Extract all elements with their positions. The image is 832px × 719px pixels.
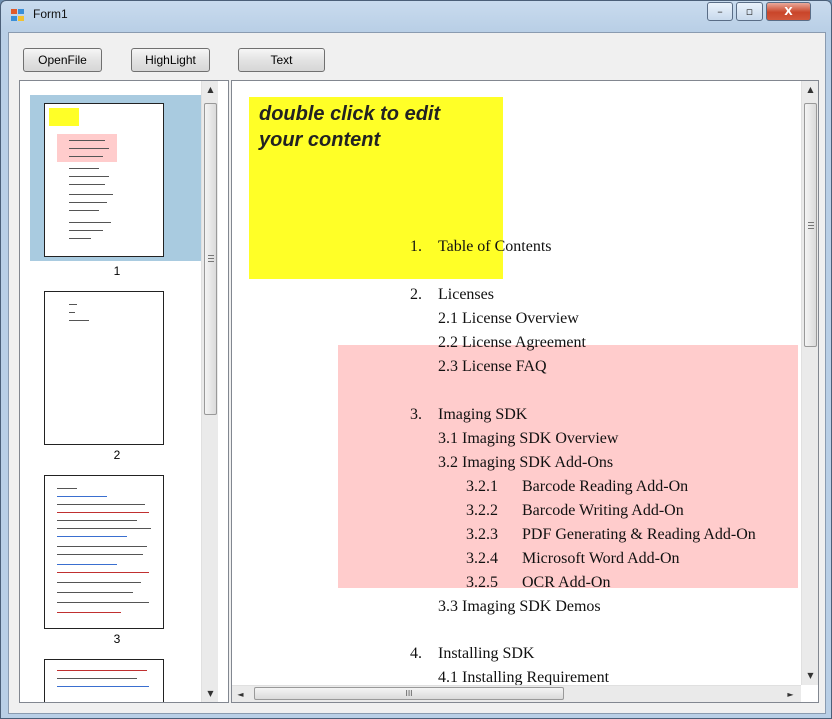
text-button[interactable]: Text (238, 48, 325, 72)
toc-number: 3. (410, 406, 422, 423)
toc-number: 4. (410, 645, 422, 662)
toc-number: 3.2.5 (466, 574, 498, 591)
toc-entry: 3.2 Imaging SDK Add-Ons (438, 454, 613, 472)
toc-text: Imaging SDK (438, 406, 528, 423)
app-window: Form1 – ▫ X OpenFile HighLight Text 1 2 … (0, 0, 832, 719)
app-icon (11, 9, 27, 23)
toc-entry: 3.2.5 OCR Add-On (466, 574, 610, 592)
toc-entry: 3.2.4 Microsoft Word Add-On (466, 550, 680, 568)
toc-text: 2.2 License Agreement (438, 334, 586, 351)
toc-text: PDF Generating & Reading Add-On (522, 526, 756, 543)
form-client-area: OpenFile HighLight Text 1 2 3 ▲ ▼ double… (8, 32, 826, 714)
page-thumbnail-3 (44, 475, 164, 629)
page-thumbnail-2 (44, 291, 164, 445)
scroll-thumb[interactable]: III (254, 687, 564, 700)
toc-entry: 2.1 License Overview (438, 310, 579, 328)
toc-entry: 3.3 Imaging SDK Demos (438, 598, 601, 616)
page-thumbnail-4 (44, 659, 164, 702)
toc-entry: 2.3 License FAQ (438, 358, 547, 376)
thumbnail-scrollbar[interactable]: ▲ ▼ (201, 81, 218, 702)
toc-text: OCR Add-On (522, 574, 611, 591)
thumbnail-label-2: 2 (113, 448, 121, 462)
highlight-button[interactable]: HighLight (131, 48, 210, 72)
thumbnail-item-4[interactable] (30, 655, 204, 702)
thumbnail-item-3[interactable] (30, 471, 204, 629)
toc-number: 3.2.1 (466, 478, 498, 495)
toc-text: 2.1 License Overview (438, 310, 579, 327)
toc-entry: 2.2 License Agreement (438, 334, 586, 352)
toc-entry: 3.2.2 Barcode Writing Add-On (466, 502, 684, 520)
toc-number: 3.2.2 (466, 502, 498, 519)
text-annotation[interactable]: double click to edit your content (259, 101, 489, 153)
document-viewer[interactable]: double click to edit your content 1. Tabl… (231, 80, 819, 703)
thumbnail-label-1: 1 (113, 264, 121, 278)
scroll-thumb[interactable] (804, 103, 817, 347)
toc-entry: 1. Table of Contents (410, 238, 552, 256)
toc-entry: 3.2.1 Barcode Reading Add-On (466, 478, 688, 496)
scroll-down-arrow-icon[interactable]: ▼ (202, 685, 219, 702)
toc-number: 3.2.4 (466, 550, 498, 567)
thumbnail-label-3: 3 (113, 632, 121, 646)
toc-text: 3.1 Imaging SDK Overview (438, 430, 619, 447)
toc-text: Barcode Reading Add-On (522, 478, 689, 495)
toc-entry: 3.2.3 PDF Generating & Reading Add-On (466, 526, 756, 544)
toc-text: Table of Contents (438, 238, 552, 255)
toc-entry: 3. Imaging SDK (410, 406, 527, 424)
toc-entry: 2. Licenses (410, 286, 494, 304)
maximize-button[interactable]: ▫ (736, 2, 763, 21)
toc-text: 3.2 Imaging SDK Add-Ons (438, 454, 614, 471)
toc-text: Microsoft Word Add-On (522, 550, 680, 567)
close-button[interactable]: X (766, 2, 811, 21)
toc-number: 1. (410, 238, 422, 255)
page-thumbnail-1 (44, 103, 164, 257)
toc-entry: 3.1 Imaging SDK Overview (438, 430, 618, 448)
document-horizontal-scrollbar[interactable]: ◄ III ► (232, 685, 801, 702)
scroll-up-arrow-icon[interactable]: ▲ (202, 81, 219, 98)
toc-text: Installing SDK (438, 645, 535, 662)
scroll-right-arrow-icon[interactable]: ► (782, 686, 799, 702)
thumbnail-item-2[interactable] (30, 287, 204, 445)
toc-entry: 4. Installing SDK (410, 645, 534, 663)
scroll-left-arrow-icon[interactable]: ◄ (232, 686, 249, 702)
thumbnail-panel[interactable]: 1 2 3 ▲ ▼ (19, 80, 229, 703)
thumbnail-item-1[interactable] (30, 95, 204, 261)
open-file-button[interactable]: OpenFile (23, 48, 102, 72)
document-vertical-scrollbar[interactable]: ▲ ▼ (801, 81, 818, 685)
title-bar[interactable]: Form1 – ▫ X (1, 1, 831, 31)
toc-text: 3.3 Imaging SDK Demos (438, 598, 601, 615)
scroll-thumb[interactable] (204, 103, 217, 415)
window-title: Form1 (33, 7, 68, 21)
toc-text: Barcode Writing Add-On (522, 502, 684, 519)
toc-text: Licenses (438, 286, 494, 303)
scroll-up-arrow-icon[interactable]: ▲ (802, 81, 818, 98)
toc-number: 2. (410, 286, 422, 303)
toc-text: 4.1 Installing Requirement (438, 669, 610, 686)
minimize-button[interactable]: – (707, 2, 733, 21)
toc-number: 3.2.3 (466, 526, 498, 543)
toc-text: 2.3 License FAQ (438, 358, 547, 375)
scroll-down-arrow-icon[interactable]: ▼ (802, 667, 818, 684)
